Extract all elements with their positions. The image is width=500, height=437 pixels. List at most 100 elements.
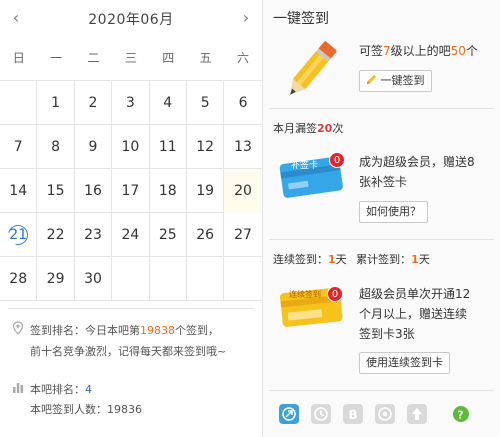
bar-signin-count: 本吧签到人数：19836	[30, 403, 142, 416]
streak-label: 连续签到：	[273, 253, 328, 266]
calendar-day[interactable]: 30	[75, 257, 113, 301]
calendar-day[interactable]: 7	[0, 125, 38, 169]
calendar-day[interactable]: 18	[150, 169, 187, 213]
svg-text:B: B	[349, 408, 358, 422]
onekey-signin-button[interactable]: 一键签到	[359, 70, 432, 92]
calendar-day-number: 1	[51, 95, 61, 111]
calendar-day-number: 12	[196, 139, 215, 155]
weekday-label: 二	[87, 51, 100, 65]
next-month-button[interactable]: ›	[238, 8, 254, 28]
calendar-empty-cell	[150, 257, 187, 301]
use-continuous-card-button[interactable]: 使用连续签到卡	[359, 352, 450, 374]
calendar-day[interactable]: 12	[187, 125, 225, 169]
calendar-day-number: 2	[88, 95, 98, 111]
rank-suffix: 个签到，	[175, 324, 219, 337]
calendar-day[interactable]: 14	[0, 169, 38, 213]
calendar-day-number: 9	[88, 139, 98, 155]
up-icon[interactable]	[407, 404, 427, 424]
calendar-day[interactable]: 22	[37, 213, 75, 257]
calendar-day[interactable]: 26	[187, 213, 225, 257]
calendar-day[interactable]: 6	[224, 81, 261, 125]
weekday-label: 一	[50, 51, 63, 65]
calendar-day-number: 10	[121, 139, 140, 155]
calendar-day-number: 24	[121, 227, 140, 243]
missed-value: 20	[317, 122, 333, 135]
calendar-day-number: 26	[196, 227, 215, 243]
calendar-day-number: 23	[84, 227, 102, 243]
calendar-day-number: 8	[51, 139, 61, 155]
calendar-day[interactable]: 11	[150, 125, 187, 169]
calendar-day[interactable]: 25	[150, 213, 187, 257]
continuous-card-badge: 0	[327, 286, 343, 302]
super-line-3: 签到卡3张	[359, 327, 415, 341]
calendar-day[interactable]: 13	[224, 125, 261, 169]
calendar-day-number: 16	[84, 183, 102, 199]
calendar-day[interactable]: 8	[37, 125, 75, 169]
bottom-toolbar: B ?	[263, 396, 500, 432]
small-pencil-icon	[366, 74, 377, 85]
calendar-day[interactable]: 5	[187, 81, 225, 125]
rank-info: 签到排名：今日本吧第19838个签到， 前十名竞争激烈，记得每天都来签到哦~ 本…	[0, 308, 262, 437]
calendar-week-row: 7 8 9 10 11 12 13	[0, 125, 262, 169]
weekday-label: 四	[162, 51, 175, 65]
vip-line-2: 张补签卡	[359, 175, 408, 189]
calendar-day-number: 13	[234, 139, 252, 155]
calendar-day-number: 27	[234, 227, 252, 243]
calendar-day[interactable]: 17	[112, 169, 150, 213]
weekday-label: 日	[12, 51, 25, 65]
calendar-panel: ‹ 2020年06月 › 日 一 二 三 四 五 六 1 2 3 4 5 6 7 8 9 10 11…	[0, 0, 262, 437]
calendar-day-number: 14	[9, 183, 28, 199]
calendar-day[interactable]: 10	[112, 125, 150, 169]
calendar-day-number: 17	[121, 183, 140, 199]
help-icon[interactable]: ?	[451, 404, 471, 424]
divider	[269, 239, 494, 240]
total-value: 1	[411, 253, 419, 266]
bar-rank-value: 4	[85, 383, 92, 396]
calendar-day[interactable]: 15	[37, 169, 75, 213]
b-icon[interactable]: B	[343, 404, 363, 424]
calendar-day[interactable]: 23	[75, 213, 113, 257]
calendar-day[interactable]: 19	[187, 169, 225, 213]
calendar-day[interactable]: 1	[37, 81, 75, 125]
share-icon[interactable]	[279, 404, 299, 424]
rank-line-1: 签到排名：今日本吧第19838个签到，	[30, 322, 219, 338]
calendar-day[interactable]: 16	[75, 169, 113, 213]
sync-icon[interactable]	[311, 404, 331, 424]
calendar-day-number: 11	[158, 139, 177, 155]
calendar-day[interactable]: 29	[37, 257, 75, 301]
calendar-empty-cell	[0, 81, 38, 125]
calendar-day[interactable]: 24	[112, 213, 150, 257]
pencil-icon	[290, 41, 337, 95]
calendar-day[interactable]: 4	[150, 81, 187, 125]
calendar-empty-cell	[224, 257, 261, 301]
rank-prefix: 签到排名：今日本吧第	[30, 324, 140, 337]
location-pin-icon	[12, 321, 24, 335]
calendar-day[interactable]: 20	[224, 169, 262, 213]
signin-panel: 一键签到 可签7级以上的吧50个 一键签到 本月漏签20次 补签卡 0 成为超级…	[262, 0, 500, 437]
calendar-day[interactable]: 28	[0, 257, 38, 301]
calendar-day-number: 25	[158, 227, 177, 243]
bar-chart-icon	[13, 383, 24, 393]
calendar-week-row: 1 2 3 4 5 6	[0, 81, 262, 125]
streak-info: 连续签到：1天 累计签到：1天	[273, 251, 430, 267]
calendar-day[interactable]: 2	[75, 81, 113, 125]
calendar-day[interactable]: 3	[112, 81, 150, 125]
divider	[8, 308, 254, 309]
onekey-text-1: 可签	[359, 44, 384, 58]
calendar-day-number: 29	[46, 271, 65, 287]
panel-title: 一键签到	[273, 11, 329, 27]
calendar-empty-cell	[112, 257, 150, 301]
calendar-day[interactable]: 27	[224, 213, 261, 257]
calendar-day[interactable]: 9	[75, 125, 113, 169]
missed-label: 本月漏签	[273, 122, 317, 135]
vip-line-1: 成为超级会员，赠送8	[359, 155, 475, 169]
rank-line-2: 前十名竞争激烈，记得每天都来签到哦~	[30, 345, 227, 358]
calendar-day-number: 4	[163, 95, 173, 111]
how-to-use-button[interactable]: 如何使用？	[359, 201, 428, 223]
location-icon[interactable]	[375, 404, 395, 424]
super-line-1: 超级会员单次开通12	[359, 287, 471, 301]
onekey-desc: 可签7级以上的吧50个	[359, 41, 478, 61]
makeup-card-image: 补签卡 0	[277, 150, 349, 200]
makeup-card-label: 补签卡	[291, 161, 319, 171]
calendar-day[interactable]: 21	[0, 213, 38, 257]
